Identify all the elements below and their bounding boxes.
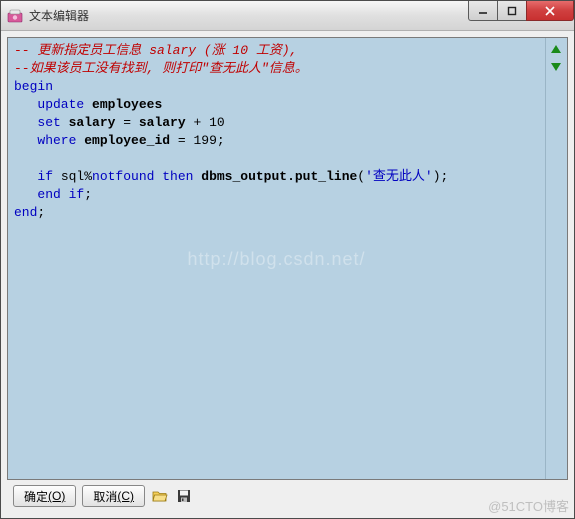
watermark-text: http://blog.csdn.net/ — [187, 250, 365, 268]
keyword-if: if — [37, 169, 53, 184]
cancel-button[interactable]: 取消(C) — [82, 485, 145, 507]
keyword-begin: begin — [14, 79, 53, 94]
window-frame: 文本编辑器 -- 更新指定员工信息 salary (涨 10 工资), --如果… — [0, 0, 575, 519]
app-icon — [7, 8, 23, 24]
keyword-end: end — [14, 205, 37, 220]
keyword-end-if: end if — [37, 187, 84, 202]
save-icon[interactable] — [175, 487, 193, 505]
window-controls — [469, 1, 574, 21]
comment-line: --如果该员工没有找到, 则打印"查无此人"信息。 — [14, 61, 308, 76]
keyword-set: set — [37, 115, 60, 130]
titlebar[interactable]: 文本编辑器 — [1, 1, 574, 31]
maximize-button[interactable] — [497, 1, 527, 21]
content-area: -- 更新指定员工信息 salary (涨 10 工资), --如果该员工没有找… — [1, 31, 574, 518]
column-salary: salary — [69, 115, 116, 130]
keyword-update: update — [37, 97, 84, 112]
code-editor[interactable]: -- 更新指定员工信息 salary (涨 10 工资), --如果该员工没有找… — [8, 38, 545, 479]
dbms-call: dbms_output.put_line — [201, 169, 357, 184]
editor-container: -- 更新指定员工信息 salary (涨 10 工资), --如果该员工没有找… — [7, 37, 568, 480]
open-file-icon[interactable] — [151, 487, 169, 505]
string-literal: '查无此人' — [365, 169, 433, 184]
editor-gutter — [545, 38, 567, 479]
scroll-down-icon[interactable] — [550, 60, 564, 74]
ok-button[interactable]: 确定(O) — [13, 485, 76, 507]
comment-line: -- 更新指定员工信息 salary (涨 10 工资), — [14, 43, 297, 58]
keyword-where: where — [37, 133, 76, 148]
close-button[interactable] — [526, 1, 574, 21]
table-name: employees — [92, 97, 162, 112]
scroll-up-icon[interactable] — [550, 42, 564, 56]
minimize-button[interactable] — [468, 1, 498, 21]
column-empid: employee_id — [84, 133, 170, 148]
bottom-toolbar: 确定(O) 取消(C) — [7, 480, 568, 512]
